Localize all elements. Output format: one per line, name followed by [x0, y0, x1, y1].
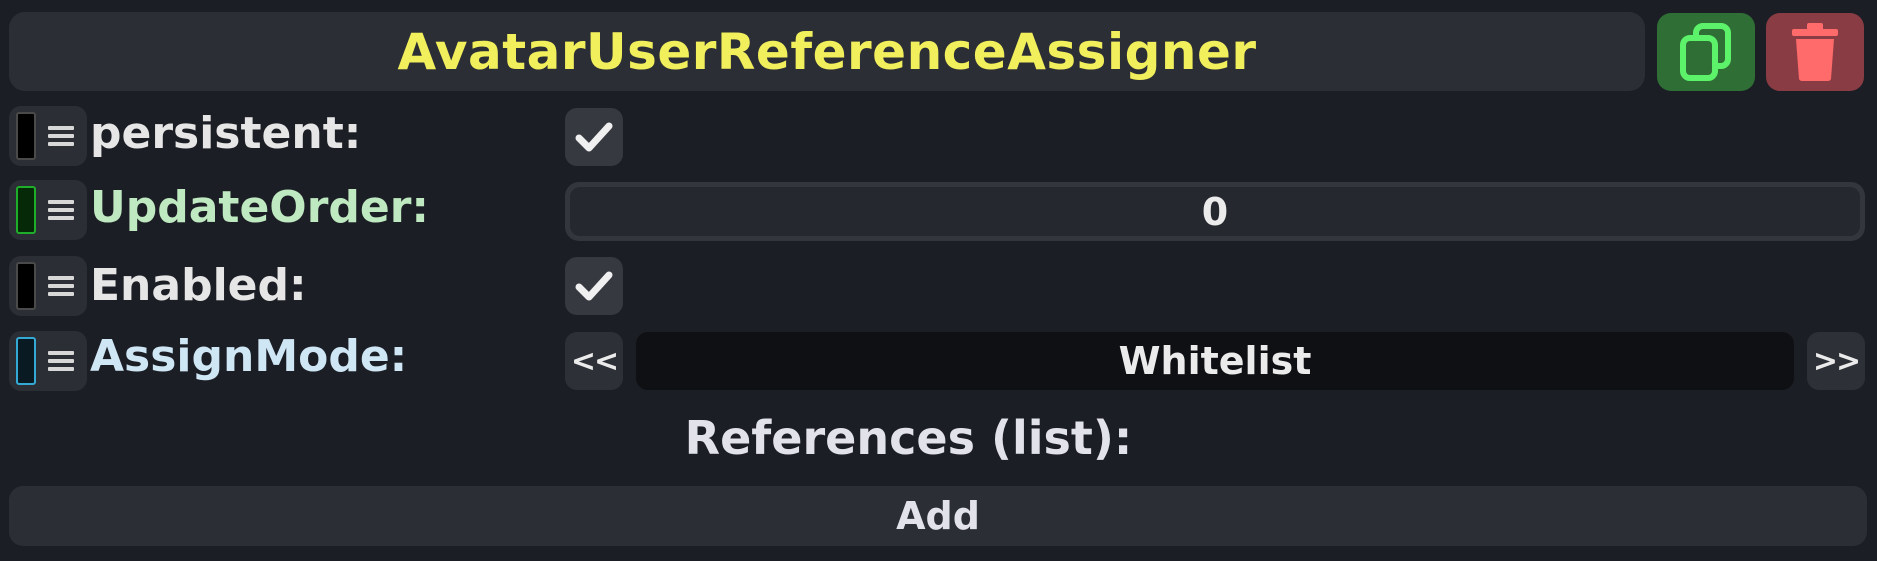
duplicate-button[interactable] — [1657, 13, 1755, 91]
component-title: AvatarUserReferenceAssigner — [397, 22, 1257, 81]
duplicate-icon — [1680, 23, 1731, 81]
checkbox-persistent[interactable] — [565, 108, 623, 166]
field-color-swatch — [16, 337, 36, 385]
field-color-swatch — [16, 112, 36, 160]
add-reference-button[interactable]: Add — [9, 486, 1867, 546]
field-handle-updateorder[interactable] — [9, 180, 87, 240]
trash-icon — [1792, 23, 1838, 81]
updateorder-value: 0 — [570, 187, 1860, 236]
updateorder-input[interactable]: 0 — [565, 182, 1865, 241]
delete-button[interactable] — [1766, 13, 1864, 91]
menu-icon — [48, 122, 74, 150]
assignmode-prev-button[interactable]: << — [565, 332, 623, 390]
label-enabled: Enabled: — [90, 260, 307, 311]
label-assignmode: AssignMode: — [90, 331, 408, 382]
field-color-swatch — [16, 186, 36, 234]
field-handle-persistent[interactable] — [9, 106, 87, 166]
component-header: AvatarUserReferenceAssigner — [9, 12, 1645, 91]
menu-icon — [48, 272, 74, 300]
assignmode-value: Whitelist — [636, 332, 1794, 390]
field-color-swatch — [16, 262, 36, 310]
checkbox-enabled[interactable] — [565, 257, 623, 315]
field-handle-assignmode[interactable] — [9, 331, 87, 391]
checkmark-icon — [575, 271, 613, 301]
menu-icon — [48, 196, 74, 224]
assignmode-next-button[interactable]: >> — [1807, 332, 1865, 390]
label-persistent: persistent: — [90, 108, 362, 159]
checkmark-icon — [575, 122, 613, 152]
references-list-title: References (list): — [684, 411, 1133, 465]
menu-icon — [48, 347, 74, 375]
label-updateorder: UpdateOrder: — [90, 182, 430, 233]
field-handle-enabled[interactable] — [9, 256, 87, 316]
